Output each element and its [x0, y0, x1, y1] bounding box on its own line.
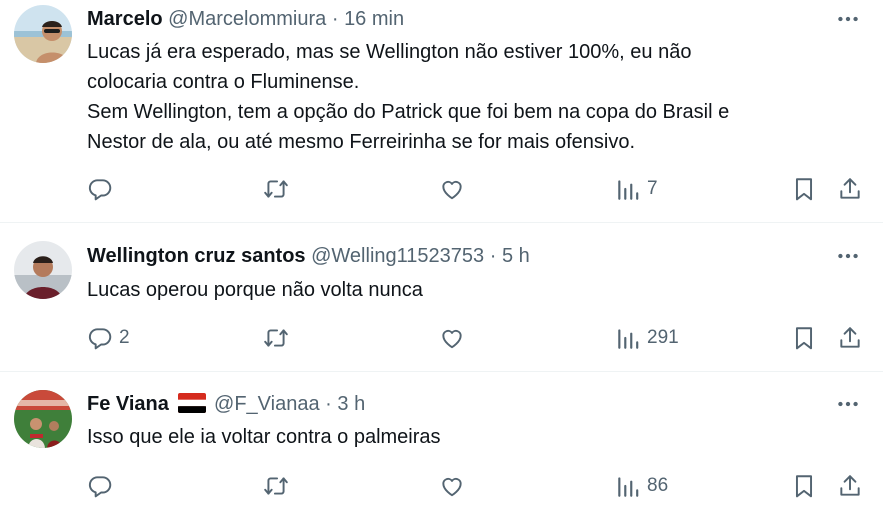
share-button[interactable] — [837, 470, 863, 502]
views-button[interactable]: 7 — [615, 173, 658, 205]
tweet-header: Marcelo @Marcelommiura · 16 min — [87, 6, 404, 32]
retweet-button[interactable] — [263, 173, 297, 205]
bookmark-button[interactable] — [791, 173, 817, 205]
tweet-text: Lucas operou porque não volta nunca — [87, 275, 843, 305]
avatar[interactable] — [14, 241, 72, 299]
like-button[interactable] — [439, 470, 473, 502]
bookmark-icon — [791, 473, 817, 499]
action-bar: 7 — [0, 173, 883, 205]
reply-icon — [87, 176, 113, 202]
views-count: 86 — [647, 475, 669, 496]
action-bar: 2 291 — [0, 322, 883, 354]
avatar[interactable] — [14, 5, 72, 63]
more-icon[interactable] — [835, 243, 861, 269]
retweet-button[interactable] — [263, 470, 297, 502]
reply-icon — [87, 473, 113, 499]
like-button[interactable] — [439, 173, 473, 205]
views-button[interactable]: 291 — [615, 322, 679, 354]
share-icon — [837, 473, 863, 499]
views-count: 7 — [647, 178, 658, 199]
more-icon[interactable] — [835, 391, 861, 417]
tweet-header: Wellington cruz santos @Welling11523753 … — [87, 243, 530, 269]
retweet-icon — [263, 325, 289, 351]
tweet-line: colocaria contra o Fluminense. — [87, 71, 360, 93]
timestamp[interactable]: 16 min — [344, 8, 404, 30]
heart-icon — [439, 473, 465, 499]
tweet-header: Fe Viana @F_Vianaa · 3 h — [87, 391, 365, 417]
reply-icon — [87, 325, 113, 351]
share-icon — [837, 325, 863, 351]
views-icon — [615, 473, 641, 499]
flag-icon — [178, 393, 207, 413]
tweet-line: Nestor de ala, ou até mesmo Ferreirinha … — [87, 131, 636, 153]
author-handle[interactable]: @Welling11523753 — [311, 245, 484, 267]
tweet-line: Sem Wellington, tem a opção do Patrick q… — [87, 101, 730, 123]
tweet-text: Isso que ele ia voltar contra o palmeira… — [87, 422, 843, 452]
heart-icon — [439, 325, 465, 351]
more-icon[interactable] — [835, 6, 861, 32]
views-count: 291 — [647, 327, 679, 348]
action-bar: 86 — [0, 470, 883, 502]
retweet-button[interactable] — [263, 322, 297, 354]
share-icon — [837, 176, 863, 202]
share-button[interactable] — [837, 173, 863, 205]
share-button[interactable] — [837, 322, 863, 354]
timestamp[interactable]: 5 h — [502, 245, 530, 267]
reply-count: 2 — [119, 327, 130, 348]
timestamp[interactable]: 3 h — [337, 393, 365, 415]
tweet-line: Isso que ele ia voltar contra o palmeira… — [87, 426, 441, 448]
retweet-icon — [263, 473, 289, 499]
author-name[interactable]: Marcelo — [87, 8, 163, 30]
author-handle[interactable]: @Marcelommiura — [168, 8, 326, 30]
separator: · — [325, 393, 332, 415]
reply-button[interactable]: 2 — [87, 322, 130, 354]
avatar[interactable] — [14, 390, 72, 448]
reply-button[interactable] — [87, 173, 121, 205]
bookmark-icon — [791, 176, 817, 202]
retweet-icon — [263, 176, 289, 202]
heart-icon — [439, 176, 465, 202]
views-icon — [615, 176, 641, 202]
bookmark-icon — [791, 325, 817, 351]
tweet-line: Lucas operou porque não volta nunca — [87, 279, 423, 301]
tweet[interactable]: Fe Viana @F_Vianaa · 3 h Isso que ele ia… — [0, 372, 883, 508]
reply-button[interactable] — [87, 470, 121, 502]
separator: · — [489, 245, 497, 267]
separator: · — [331, 8, 339, 30]
tweet-text: Lucas já era esperado, mas se Wellington… — [87, 37, 843, 157]
tweet-line: Lucas já era esperado, mas se Wellington… — [87, 41, 692, 63]
like-button[interactable] — [439, 322, 473, 354]
author-name[interactable]: Fe Viana — [87, 393, 169, 415]
tweet[interactable]: Marcelo @Marcelommiura · 16 min Lucas já… — [0, 0, 883, 223]
author-name[interactable]: Wellington cruz santos — [87, 245, 306, 267]
bookmark-button[interactable] — [791, 470, 817, 502]
views-button[interactable]: 86 — [615, 470, 668, 502]
bookmark-button[interactable] — [791, 322, 817, 354]
tweet[interactable]: Wellington cruz santos @Welling11523753 … — [0, 223, 883, 372]
author-handle[interactable]: @F_Vianaa — [214, 393, 320, 415]
views-icon — [615, 325, 641, 351]
